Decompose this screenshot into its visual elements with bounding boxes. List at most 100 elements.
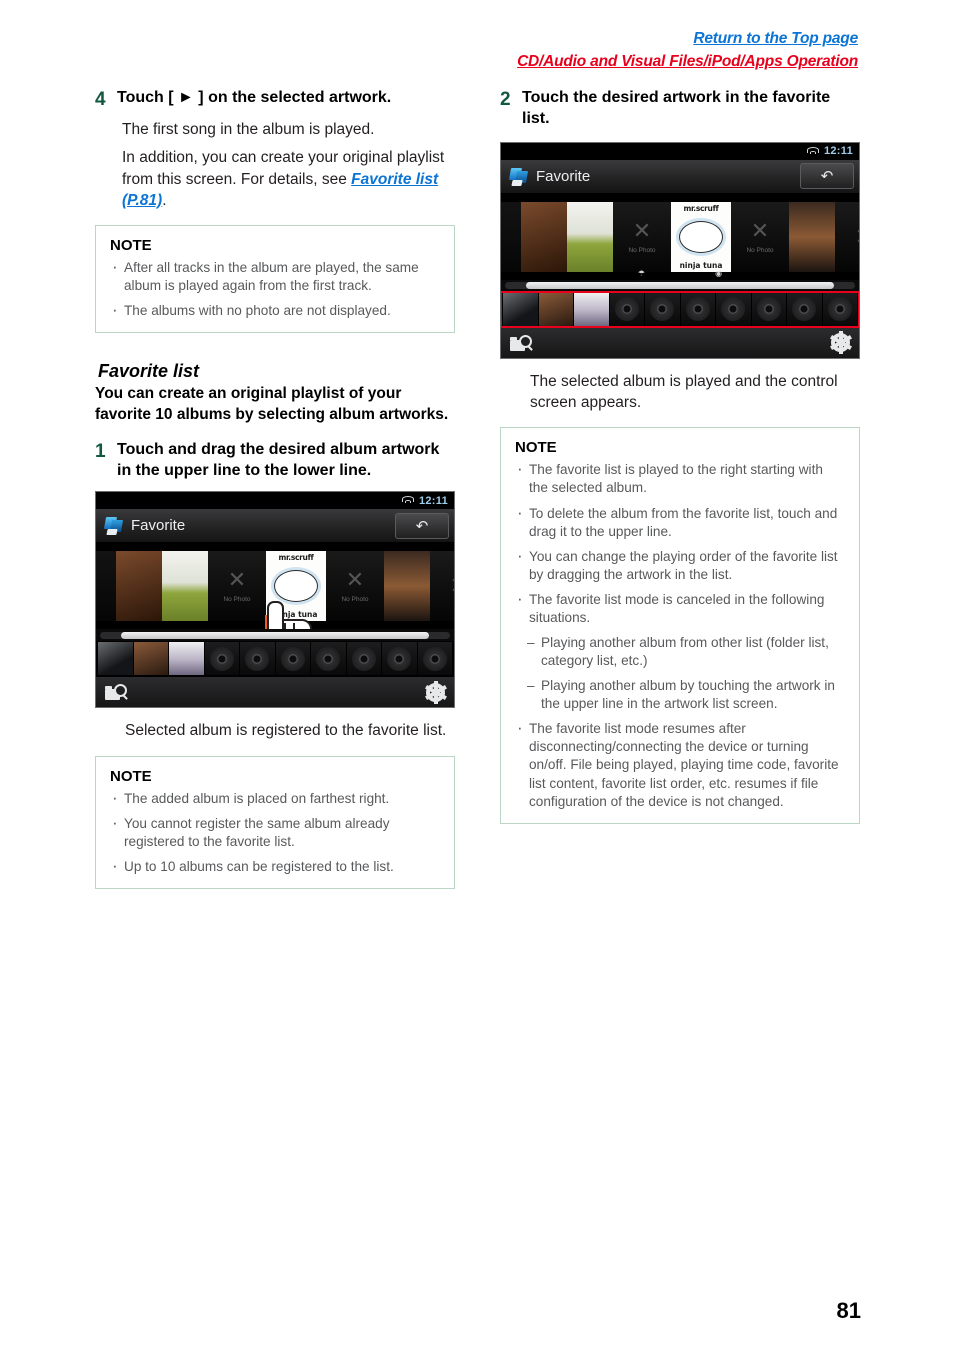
device-title: Favorite [536,167,591,185]
device-status-bar: 12:11 [96,492,454,510]
section-title-link[interactable]: CD/Audio and Visual Files/iPod/Apps Oper… [517,51,858,72]
favorite-list-row-highlighted[interactable] [501,290,859,328]
favorite-slot-filled[interactable] [538,292,573,326]
favorite-slot-empty[interactable] [240,642,275,676]
favorite-slot-filled[interactable] [98,642,133,676]
artwork-item-no-photo[interactable]: ✕ [430,551,454,622]
favorite-slot-filled[interactable] [169,642,204,676]
favorite-list-heading: Favorite list [98,361,200,382]
gear-icon[interactable] [829,331,852,355]
device-bottom-bar [501,326,859,358]
step-4-text-2-suffix: . [162,191,167,209]
artwork-indicator-row: ☂ ◉ [501,269,859,278]
step-1-title: Touch and drag the desired album artwork… [117,440,440,479]
artwork-item-no-photo[interactable]: ✕ No Photo [731,201,789,272]
favorite-slot-empty[interactable] [346,642,381,676]
artwork-item-no-photo[interactable]: ✕ No Photo [613,201,671,272]
status-clock: 12:11 [418,494,448,507]
step-4-text-2: In addition, you can create your origina… [122,147,455,211]
disc-indicator-icon: ◉ [715,268,723,278]
step-4-text-1: The first song in the album is played. [122,120,375,138]
step-1-number: 1 [95,440,106,462]
note-3-item: You can change the playing order of the … [515,545,845,584]
favorite-app-icon [508,167,530,186]
artwork-carousel[interactable]: ✕ No Photo mr.scruff ninja tuna ✕ No Pho… [96,543,454,630]
folder-search-icon[interactable] [510,334,533,351]
note-box-2: NOTE The added album is placed on farthe… [95,755,455,889]
favorite-list-row[interactable] [96,641,454,677]
favorite-slot-filled[interactable] [133,642,168,676]
favorite-slot-filled[interactable] [503,292,538,326]
wifi-icon [401,496,414,505]
back-arrow-icon[interactable]: ↶ [800,163,854,190]
note-1-item: After all tracks in the album are played… [110,256,440,295]
note-3-list: The favorite list is played to the right… [515,458,845,810]
no-photo-label: No Photo [628,246,656,254]
return-to-top-link[interactable]: Return to the Top page [517,28,858,49]
favorite-slot-empty[interactable] [751,292,786,326]
step-2-result: The selected album is played and the con… [530,372,838,411]
favorite-slot-empty[interactable] [716,292,751,326]
step-4-body: The first song in the album is played. I… [122,119,455,212]
device-screenshot-drag: 12:11 Favorite ↶ ✕ No Photo mr.scruff ni… [95,491,455,709]
carousel-scrollbar[interactable] [501,279,859,292]
no-photo-mark: ✕ [227,567,247,593]
page-number: 81 [836,1298,861,1323]
no-photo-mark: ✕ [345,567,365,593]
favorite-slot-empty[interactable] [417,642,452,676]
favorite-slot-empty[interactable] [680,292,715,326]
artwork-item[interactable] [116,551,162,622]
note-2-list: The added album is placed on farthest ri… [110,787,440,878]
artwork-item[interactable] [96,551,116,622]
no-photo-mark: ✕ [632,217,652,243]
note-3-item: The favorite list is played to the right… [515,458,845,497]
person-indicator-icon: ☂ [637,268,646,278]
artwork-item-no-photo[interactable]: ✕ No Photo [326,551,384,622]
note-1-title: NOTE [110,237,152,255]
note-3-item: The favorite list mode is canceled in th… [515,588,845,627]
note-box-3: NOTE The favorite list is played to the … [500,427,860,824]
scrollbar-thumb[interactable] [526,282,834,290]
folder-search-icon[interactable] [105,684,128,701]
artwork-item-selected[interactable]: mr.scruff ninja tuna [671,201,731,272]
favorite-slot-empty[interactable] [822,292,857,326]
gear-icon[interactable] [424,680,447,704]
note-2-title: NOTE [110,767,152,785]
favorite-slot-empty[interactable] [275,642,310,676]
device-screenshot-favorite: 12:11 Favorite ↶ ✕ No Photo mr.scruff ni… [500,141,860,359]
artwork-title-top: mr.scruff [278,553,314,563]
step-2: 2 Touch the desired artwork in the favor… [500,88,860,130]
favorite-slot-empty[interactable] [204,642,239,676]
step-4-number: 4 [95,89,106,110]
scrollbar-track[interactable] [100,631,450,639]
favorite-slot-empty[interactable] [311,642,346,676]
step-4-title: Touch [ ► ] on the selected artwork. [117,89,392,106]
carousel-scrollbar[interactable] [96,629,454,642]
favorite-list-lede: You can create an original playlist of y… [95,385,449,424]
artwork-carousel[interactable]: ✕ No Photo mr.scruff ninja tuna ✕ No Pho… [501,193,859,280]
artwork-item-no-photo[interactable]: ✕ [835,201,859,272]
no-photo-mark: ✕ [450,575,454,597]
wifi-icon [806,146,819,156]
artwork-item[interactable] [384,551,430,622]
artwork-item[interactable] [162,551,208,622]
artwork-item[interactable] [789,201,835,272]
step-1: 1 Touch and drag the desired album artwo… [95,440,455,482]
artwork-item[interactable] [567,201,613,272]
artwork-item[interactable] [501,201,521,272]
note-3-item: To delete the album from the favorite li… [515,501,845,541]
artwork-row: ✕ No Photo mr.scruff ninja tuna ✕ No Pho… [501,200,859,274]
back-arrow-icon[interactable]: ↶ [395,512,449,539]
step-1-result: Selected album is registered to the favo… [125,722,447,740]
artwork-blob-graphic [679,220,723,253]
device-status-bar: 12:11 [501,142,859,160]
favorite-slot-empty[interactable] [609,292,644,326]
scrollbar-track[interactable] [505,282,855,290]
favorite-slot-empty[interactable] [645,292,680,326]
note-1-item: The albums with no photo are not display… [110,299,440,322]
scrollbar-thumb[interactable] [121,631,429,639]
favorite-slot-filled[interactable] [574,292,609,326]
artwork-item[interactable] [521,201,567,272]
favorite-slot-empty[interactable] [787,292,822,326]
favorite-slot-empty[interactable] [382,642,417,676]
